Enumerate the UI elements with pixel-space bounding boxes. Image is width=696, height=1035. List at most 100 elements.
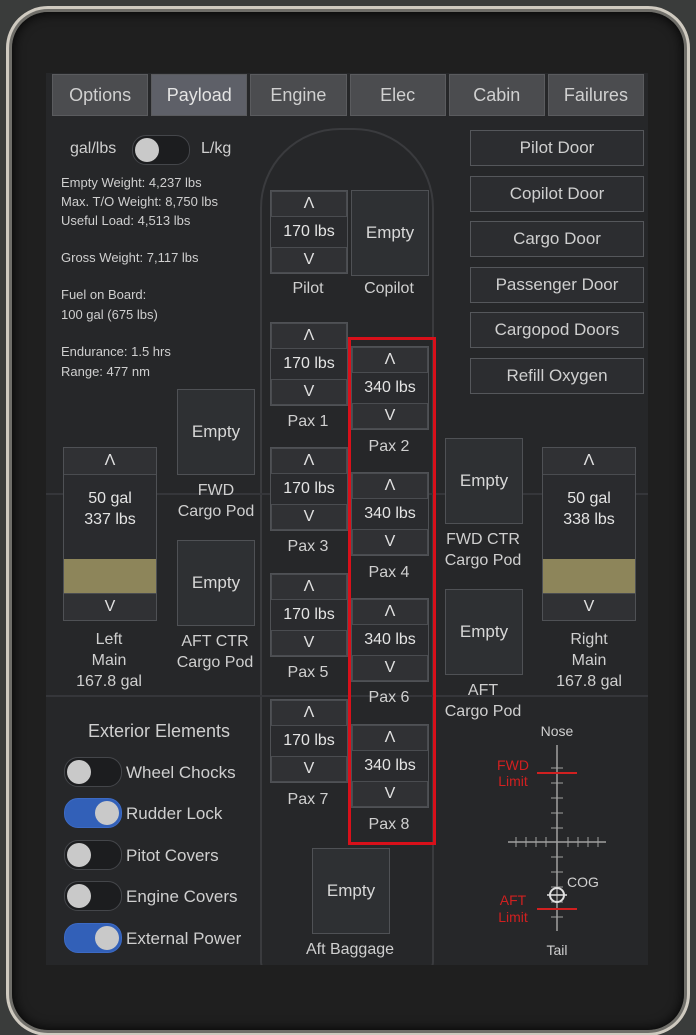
increase-button[interactable]: Λ — [271, 323, 347, 349]
decrease-button[interactable]: V — [271, 630, 347, 656]
decrease-button[interactable]: V — [271, 756, 347, 782]
fuel-tank-left-label: Left Main 167.8 gal — [59, 629, 159, 692]
tank-decrease-button[interactable]: V — [543, 593, 635, 620]
passenger-door-button[interactable]: Passenger Door — [470, 267, 644, 303]
tank-decrease-button[interactable]: V — [64, 593, 156, 620]
tab-cabin[interactable]: Cabin — [448, 74, 545, 116]
exterior-elements-title: Exterior Elements — [88, 721, 231, 741]
cargo-fwd-ctr-pod[interactable]: Empty — [445, 438, 523, 524]
tank-label-line3: 167.8 gal — [76, 673, 142, 690]
seat-value: 170 lbs — [271, 474, 347, 504]
tank-gal: 50 gal — [567, 490, 611, 507]
tank-label-line3: 167.8 gal — [556, 673, 622, 690]
cog-marker-label: COG — [567, 874, 599, 890]
tank-values: 50 gal 338 lbs — [543, 488, 635, 530]
toggle-pitot-covers[interactable] — [64, 840, 122, 870]
seat-label-pax3: Pax 3 — [287, 538, 329, 555]
toggle-wheel-chocks[interactable] — [64, 757, 122, 787]
tank-label-line1: Right — [570, 631, 608, 648]
fuel-on-board-value: 100 gal (675 lbs) — [61, 307, 158, 322]
cargo-label-line2: Cargo Pod — [177, 503, 255, 520]
cargo-label-line2: Cargo Pod — [176, 654, 254, 671]
label-wheel-chocks: Wheel Chocks — [126, 763, 236, 782]
tab-options[interactable]: Options — [52, 74, 149, 116]
fuel-level-bar — [543, 559, 635, 594]
label-external-power: External Power — [126, 929, 242, 948]
range: Range: 477 nm — [61, 364, 150, 379]
tab-bar: Options Payload Engine Elec Cabin Failur… — [52, 74, 645, 116]
tank-increase-button[interactable]: Λ — [543, 448, 635, 475]
tab-payload[interactable]: Payload — [151, 74, 248, 116]
cargopod-doors-button[interactable]: Cargopod Doors — [470, 312, 644, 348]
increase-button[interactable]: Λ — [271, 448, 347, 474]
seat-value: 170 lbs — [271, 349, 347, 379]
tank-gal: 50 gal — [88, 490, 132, 507]
cargo-door-button[interactable]: Cargo Door — [470, 221, 644, 257]
cargo-aft-ctr-pod-label: AFT CTR Cargo Pod — [160, 631, 270, 673]
seat-label-copilot: Copilot — [364, 280, 414, 297]
seat-stepper-pax5: Λ 170 lbs V — [270, 573, 348, 657]
aft-limit-label-1: AFT — [500, 892, 527, 908]
tab-failures[interactable]: Failures — [547, 74, 645, 116]
cargo-label-line1: AFT — [467, 682, 499, 699]
increase-button[interactable]: Λ — [271, 700, 347, 726]
cargo-aft-ctr-pod[interactable]: Empty — [177, 540, 255, 626]
decrease-button[interactable]: V — [271, 247, 347, 273]
unit-label-l-kg: L/kg — [201, 140, 232, 157]
decrease-button[interactable]: V — [271, 379, 347, 405]
seat-label-pax1: Pax 1 — [287, 413, 329, 430]
copilot-door-button[interactable]: Copilot Door — [470, 176, 644, 212]
cargo-fwd-pod-label: FWD Cargo Pod — [166, 480, 266, 522]
toggle-engine-covers[interactable] — [64, 881, 122, 911]
cog-tail-label: Tail — [546, 942, 567, 958]
max-to-weight: Max. T/O Weight: 8,750 lbs — [61, 194, 219, 209]
toggle-knob — [95, 926, 119, 950]
selection-highlight — [348, 337, 436, 845]
fuel-tank-right-label: Right Main 167.8 gal — [539, 629, 639, 692]
tank-increase-button[interactable]: Λ — [64, 448, 156, 475]
seat-value: 170 lbs — [271, 726, 347, 756]
useful-load: Useful Load: 4,513 lbs — [61, 213, 191, 228]
seat-stepper-pax3: Λ 170 lbs V — [270, 447, 348, 531]
toggle-knob — [135, 138, 159, 162]
cargo-fwd-pod[interactable]: Empty — [177, 389, 255, 475]
seat-value: 170 lbs — [271, 217, 347, 247]
tank-label-line1: Left — [95, 631, 123, 648]
seat-stepper-pax1: Λ 170 lbs V — [270, 322, 348, 406]
cargo-fwd-ctr-pod-label: FWD CTR Cargo Pod — [428, 529, 538, 571]
cargo-label-line1: FWD CTR — [446, 531, 520, 548]
unit-label-gal-lbs: gal/lbs — [70, 140, 117, 157]
toggle-rudder-lock[interactable] — [64, 798, 122, 828]
efb-screen: Options Payload Engine Elec Cabin Failur… — [46, 73, 648, 965]
toggle-knob — [67, 843, 91, 867]
label-rudder-lock: Rudder Lock — [126, 804, 223, 823]
seat-stepper-pilot: Λ 170 lbs V — [270, 190, 348, 274]
fwd-limit-label-1: FWD — [497, 757, 529, 773]
aft-baggage-label: Aft Baggage — [305, 941, 395, 958]
aft-limit-label-2: Limit — [498, 909, 528, 925]
aft-baggage[interactable]: Empty — [312, 848, 390, 934]
toggle-knob — [67, 760, 91, 784]
cargo-aft-pod[interactable]: Empty — [445, 589, 523, 675]
cargo-label-line1: AFT CTR — [181, 633, 249, 650]
cargo-aft-pod-label: AFT Cargo Pod — [428, 680, 538, 722]
toggle-knob — [67, 884, 91, 908]
pilot-door-button[interactable]: Pilot Door — [470, 130, 644, 166]
label-engine-covers: Engine Covers — [126, 887, 238, 906]
unit-toggle[interactable] — [132, 135, 190, 165]
decrease-button[interactable]: V — [271, 504, 347, 530]
increase-button[interactable]: Λ — [271, 574, 347, 600]
gross-weight: Gross Weight: 7,117 lbs — [61, 250, 199, 265]
increase-button[interactable]: Λ — [271, 191, 347, 217]
tab-elec[interactable]: Elec — [349, 74, 446, 116]
cargo-label-line1: FWD — [197, 482, 235, 499]
endurance: Endurance: 1.5 hrs — [61, 344, 171, 359]
refill-oxygen-button[interactable]: Refill Oxygen — [470, 358, 644, 394]
toggle-external-power[interactable] — [64, 923, 122, 953]
seat-label-pax5: Pax 5 — [287, 664, 329, 681]
cog-chart: Nose FWD Limit AFT Limit COG Tail — [481, 723, 641, 965]
seat-copilot[interactable]: Empty — [351, 190, 429, 276]
toggle-knob — [95, 801, 119, 825]
tab-engine[interactable]: Engine — [250, 74, 347, 116]
tank-lbs: 337 lbs — [84, 511, 136, 528]
